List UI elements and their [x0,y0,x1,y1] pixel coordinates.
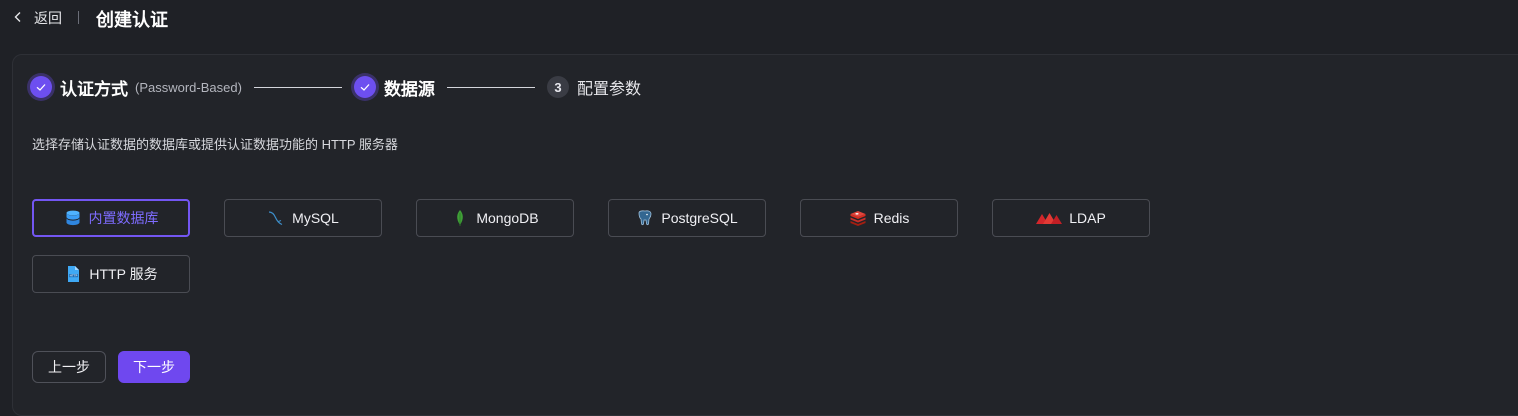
datasource-mongodb-label: MongoDB [476,210,539,226]
database-icon [64,209,82,227]
step-connector-2 [446,86,535,88]
step-1-sublabel: (Password-Based) [135,79,242,95]
previous-step-button[interactable]: 上一步 [32,351,106,383]
step-1-label: 认证方式 [60,79,128,99]
step-3-number: 3 [546,76,569,98]
step-3-label: 配置参数 [576,81,641,98]
step-2-label: 数据源 [383,79,435,99]
datasource-ldap-button[interactable]: LDAP [992,199,1150,237]
datasource-postgresql-label: PostgreSQL [661,210,738,226]
svg-text:HTTP: HTTP [70,274,78,278]
postgresql-elephant-icon [636,209,654,227]
ldap-icon [1036,209,1063,227]
step-connector-1 [253,86,342,88]
datasource-mysql-button[interactable]: MySQL [224,199,382,237]
datasource-redis-label: Redis [873,210,910,226]
datasource-builtin-button[interactable]: 内置数据库 [32,199,190,237]
redis-icon [849,209,867,227]
datasource-mysql-label: MySQL [292,210,339,226]
datasource-ldap-label: LDAP [1069,210,1106,226]
datasource-http-button[interactable]: HTTP HTTP 服务 [32,255,190,293]
datasource-description: 选择存储认证数据的数据库或提供认证数据功能的 HTTP 服务器 [32,137,398,152]
step-2-check-icon [353,76,376,98]
datasource-builtin-label: 内置数据库 [88,210,159,226]
mongodb-leaf-icon [451,209,469,227]
next-step-button[interactable]: 下一步 [118,351,190,383]
page-title: 创建认证 [96,10,168,30]
mysql-icon [267,209,285,227]
datasource-mongodb-button[interactable]: MongoDB [416,199,574,237]
chevron-left-icon [12,10,24,26]
datasource-postgresql-button[interactable]: PostgreSQL [608,199,766,237]
top-bar: 返回 创建认证 [0,0,1518,38]
datasource-http-label: HTTP 服务 [89,266,158,282]
header-divider [78,11,79,24]
back-label: 返回 [34,10,62,26]
back-button[interactable]: 返回 [12,8,62,28]
step-1-check-icon [30,76,52,98]
http-file-icon: HTTP [64,265,82,283]
datasource-redis-button[interactable]: Redis [800,199,958,237]
stepper: 认证方式 (Password-Based) 数据源 3 配置参数 [30,74,641,100]
